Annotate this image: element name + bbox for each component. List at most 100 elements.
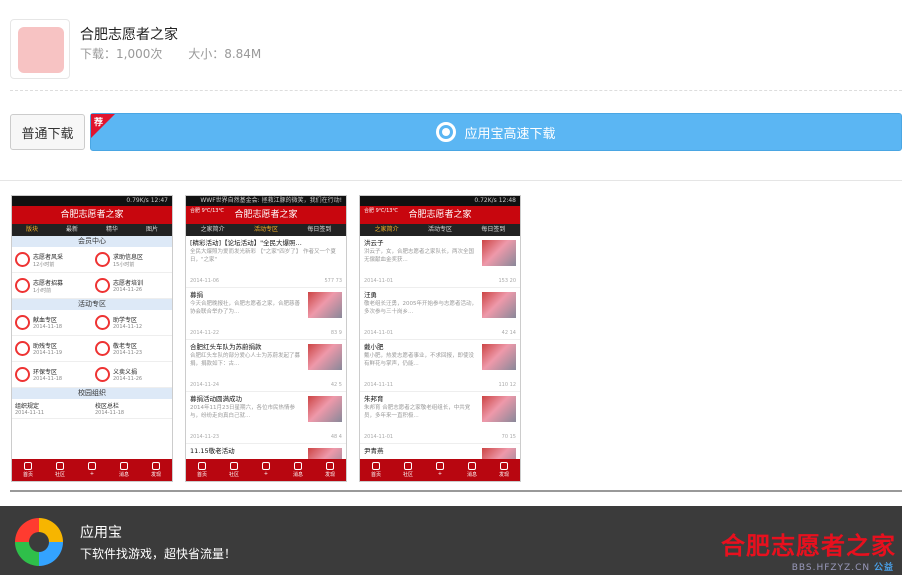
bottom-nav: 首页 社区 + 消息 发现 [186,459,346,481]
bottom-nav-item: + [424,459,456,481]
app-info: 合肥志愿者之家 下载：1,000次 大小：8.84M [10,17,890,81]
screen-tab: 图片 [145,226,158,233]
screen-tab: 版块 [25,226,38,233]
screen-title-bar: 合肥 9℃/13℃ 合肥志愿者之家 [360,206,520,224]
divider [0,180,902,181]
board-icon [15,278,30,293]
bottom-nav-item: 社区 [44,459,76,481]
screen-tabs: 之家简介 活动专区 每日签到 [360,224,520,236]
board-icon [95,315,110,330]
yingyongbao-icon [436,122,457,142]
screen-tab: 每日签到 [307,226,332,233]
app-name: 合肥志愿者之家 [80,27,178,43]
recommend-tag-label: 荐 [94,118,104,128]
forum-board-item: 校区总栏 2014-11-18 [92,399,172,419]
watermark-url-badge: 公益 [873,563,894,573]
screen-tabs: 版块 最新 精华 图片 [12,224,172,236]
board-icon [95,341,110,356]
news-item: 朱邦育 朱邦育 合肥志愿者之家敬老组组长，中共党员，多年来一直积极... 2014-… [360,392,520,444]
footer-banner: 应用宝 下软件找游戏，超快省流量！ 合肥志愿者之家 BBS.HFZYZ.CN 公… [0,506,902,575]
news-thumbnail [308,344,342,370]
watermark-url-text: BBS.HFZYZ.CN [791,563,871,573]
divider [10,90,902,91]
board-icon [15,341,30,356]
forum-board-item: 志愿者培训 2014-11-26 [92,273,172,299]
status-bar: WWF世界自然基金会: 拯救江豚的微笑，我们在行动! [186,196,346,206]
news-item: 洪云子 洪云子，女，合肥志愿者之家队长，两次全国无偿献血金奖获... 2014-11… [360,236,520,288]
app-screenshot-2[interactable]: WWF世界自然基金会: 拯救江豚的微笑，我们在行动! 合肥 9℃/13℃ 合肥志愿者… [185,195,347,482]
bottom-nav-item: 消息 [456,459,488,481]
news-item: 募捐 今天合肥晚报社，合肥志愿者之家，合肥慈善协会联合举办了为... 2014-11… [186,288,346,340]
news-thumbnail [308,292,342,318]
screen-tabs: 之家简介 活动专区 每日签到 [186,224,346,236]
screen-title: 合肥志愿者之家 [60,210,124,220]
news-thumbnail [482,292,516,318]
footer-app-name[interactable]: 应用宝 [80,522,122,542]
news-item: 戴小肥 戴小肥，热爱志愿者事业，不求回报，即使没有鲜花与掌声，仍能... 2014-… [360,340,520,392]
screen-title: 合肥志愿者之家 [408,210,472,220]
bottom-nav-item: 消息 [282,459,314,481]
fast-download-button[interactable]: 荐 应用宝高速下载 [90,113,902,151]
forum-board-item: 志愿者招募 1小时前 [12,273,92,299]
section-header: 会员中心 [12,236,172,247]
board-icon [15,315,30,330]
bottom-nav-item: + [76,459,108,481]
footer-slogan: 下软件找游戏，超快省流量！ [80,547,237,561]
screen-tab: 每日签到 [481,226,506,233]
forum-board-item: 献血专区 2014-11-18 [12,310,92,336]
screen-tab: 之家简介 [374,226,399,233]
forum-board-item: 求助信息区 15小时前 [92,247,172,273]
forum-board-item: 志愿者风采 12小时前 [12,247,92,273]
yingyongbao-logo-icon[interactable] [15,518,63,566]
app-icon [10,19,70,79]
app-screenshot-3[interactable]: 0.72K/s 12:48 合肥 9℃/13℃ 合肥志愿者之家之家简介 活动专区 每日签… [359,195,521,482]
bottom-nav-item: + [250,459,282,481]
screen-tab: 精华 [105,226,118,233]
board-icon [15,252,30,267]
app-size: 大小：8.84M [188,47,262,61]
status-bar: 0.79K/s 12:47 [12,196,172,206]
download-count: 下载：1,000次 [80,47,163,61]
news-item: 募捐活动圆满成功 2014年11月23日星期六，各位市民热情参与，纷纷走向真白己就… [186,392,346,444]
news-thumbnail [482,344,516,370]
bottom-nav-item: 首页 [360,459,392,481]
board-icon [95,367,110,382]
screen-title-bar: 合肥志愿者之家 [12,206,172,224]
forum-board-item: 环保专区 2014-11-18 [12,362,92,388]
bottom-nav-item: 社区 [392,459,424,481]
board-icon [95,278,110,293]
news-thumbnail [482,396,516,422]
screen-tab: 之家简介 [200,226,225,233]
screen-tab: 活动专区 [253,226,278,233]
bottom-nav-item: 发现 [314,459,346,481]
screen-tab: 最新 [65,226,78,233]
weather-badge: 合肥 9℃/13℃ [364,208,399,214]
normal-download-button[interactable]: 普通下载 [10,114,85,150]
watermark-url: BBS.HFZYZ.CN 公益 [792,560,894,573]
screen-title: 合肥志愿者之家 [234,210,298,220]
forum-board-item: 助残专区 2014-11-19 [12,336,92,362]
screen-title-bar: 合肥 9℃/13℃ 合肥志愿者之家 [186,206,346,224]
bottom-nav-item: 消息 [108,459,140,481]
bottom-nav-item: 首页 [186,459,218,481]
forum-board-item: 助学专区 2014-11-12 [92,310,172,336]
news-item: 汪勇 敬老组长汪勇，2005年开始参与志愿者活动，多次参与三十岗乡... 2014-… [360,288,520,340]
bottom-nav: 首页 社区 + 消息 发现 [360,459,520,481]
news-item: 合肥红头车队为苏蔚捐款 合肥红头车队的部分爱心人士为苏蔚发起了募捐，捐款如下：古.… [186,340,346,392]
bottom-nav-item: 首页 [12,459,44,481]
screen-tab: 活动专区 [427,226,452,233]
forum-board-item: 组织规定 2014-11-11 [12,399,92,419]
status-bar: 0.72K/s 12:48 [360,196,520,206]
news-item: [精彩活动]【论坛活动】"全民大爆照... 全民大爆照为爱而发光新彩 【"之家"四… [186,236,346,288]
forum-board-item: 义卖义捐 2014-11-26 [92,362,172,388]
app-meta: 下载：1,000次 大小：8.84M [80,45,283,62]
forum-board-item: 敬老专区 2014-11-23 [92,336,172,362]
bottom-nav: 首页 社区 + 消息 发现 [12,459,172,481]
news-thumbnail [308,396,342,422]
app-download-page: 合肥志愿者之家 下载：1,000次 大小：8.84M 普通下载 荐 应用宝高速下… [0,0,902,575]
news-thumbnail [482,240,516,266]
app-screenshot-1[interactable]: 0.79K/s 12:47 合肥志愿者之家版块 最新 精华 图片会员中心 志愿者风采 12小… [11,195,173,482]
section-header: 校园组织 [12,388,172,399]
bottom-nav-item: 发现 [488,459,520,481]
board-icon [95,252,110,267]
